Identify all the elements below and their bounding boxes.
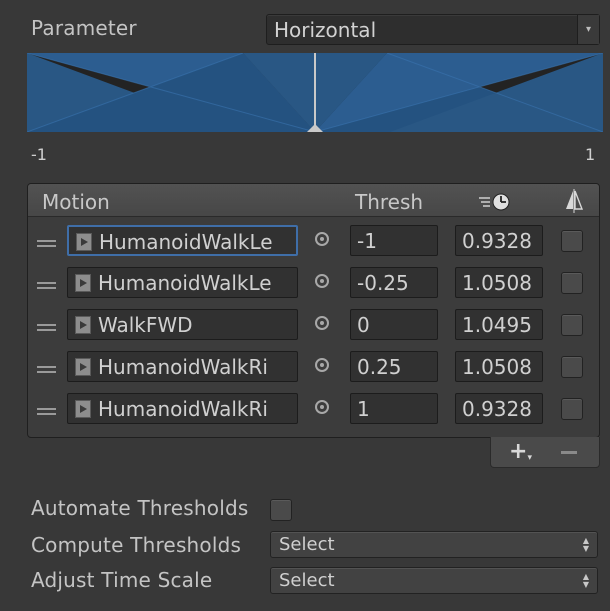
automate-threshold-label: Automate Thresholds [31, 496, 249, 520]
time-scale-field[interactable]: 1.0495 [455, 309, 543, 340]
motion-clip-field[interactable]: HumanoidWalkLe [67, 225, 298, 256]
time-scale-icon [478, 192, 516, 217]
object-picker-icon[interactable] [315, 274, 329, 288]
motion-row: HumanoidWalkLe -0.25 1.0508 [28, 267, 599, 309]
add-dropdown-arrow: ▾ [527, 453, 532, 463]
adjust-time-scale-value: Select [279, 570, 335, 591]
time-scale-field[interactable]: 1.0508 [455, 267, 543, 298]
animation-clip-icon [75, 400, 91, 418]
parameter-dropdown[interactable]: Horizontal ▾ [266, 14, 600, 45]
motion-row: HumanoidWalkLe -1 0.9328 [28, 225, 599, 267]
motion-clip-field[interactable]: WalkFWD [67, 309, 298, 340]
animation-clip-icon [75, 316, 91, 334]
mirror-checkbox[interactable] [561, 314, 583, 336]
motion-row: HumanoidWalkRi 0.25 1.0508 [28, 351, 599, 393]
parameter-label: Parameter [31, 16, 137, 40]
animation-clip-icon [76, 233, 92, 251]
threshold-field[interactable]: -1 [350, 225, 438, 256]
blend-graph[interactable] [27, 53, 603, 132]
mirror-checkbox[interactable] [561, 398, 583, 420]
drag-handle-icon[interactable] [37, 406, 56, 415]
motion-clip-name: HumanoidWalkLe [98, 271, 272, 295]
threshold-field[interactable]: -0.25 [350, 267, 438, 298]
compute-thresholds-value: Select [279, 534, 335, 555]
motion-clip-field[interactable]: HumanoidWalkLe [67, 267, 298, 298]
remove-motion-button[interactable] [561, 451, 577, 454]
motion-clip-field[interactable]: HumanoidWalkRi [67, 393, 298, 424]
time-scale-field[interactable]: 1.0508 [455, 351, 543, 382]
motion-clip-name: HumanoidWalkRi [98, 355, 268, 379]
time-scale-field[interactable]: 0.9328 [455, 225, 543, 256]
drag-handle-icon[interactable] [37, 322, 56, 331]
automate-threshold-checkbox[interactable] [270, 499, 292, 521]
threshold-field[interactable]: 0.25 [350, 351, 438, 382]
time-scale-field[interactable]: 0.9328 [455, 393, 543, 424]
motion-row: WalkFWD 0 1.0495 [28, 309, 599, 351]
add-motion-button[interactable]: +▾ [509, 439, 532, 464]
blend-graph-svg [27, 53, 603, 132]
animation-clip-icon [75, 274, 91, 292]
threshold-field[interactable]: 0 [350, 309, 438, 340]
motion-row: HumanoidWalkRi 1 0.9328 [28, 393, 599, 435]
chevron-down-icon: ▾ [577, 15, 599, 44]
motion-list: Motion Thresh HumanoidWalkLe -1 0.9328 H… [27, 183, 600, 438]
updown-arrows-icon: ▲ ▼ [582, 572, 589, 589]
mirror-checkbox[interactable] [561, 230, 583, 252]
compute-thresholds-dropdown[interactable]: Select ▲ ▼ [270, 531, 598, 558]
object-picker-icon[interactable] [315, 232, 329, 246]
threshold-field[interactable]: 1 [350, 393, 438, 424]
motion-clip-name: HumanoidWalkRi [98, 397, 268, 421]
motion-clip-name: HumanoidWalkLe [99, 230, 273, 254]
graph-max-label: 1 [585, 145, 596, 164]
object-picker-icon[interactable] [315, 400, 329, 414]
adjust-time-scale-dropdown[interactable]: Select ▲ ▼ [270, 567, 598, 594]
list-footer: +▾ [490, 437, 600, 468]
mirror-checkbox[interactable] [561, 272, 583, 294]
object-picker-icon[interactable] [315, 358, 329, 372]
object-picker-icon[interactable] [315, 316, 329, 330]
drag-handle-icon[interactable] [37, 364, 56, 373]
motion-clip-name: WalkFWD [98, 313, 193, 337]
add-motion-label: + [509, 439, 528, 464]
updown-arrows-icon: ▲ ▼ [582, 536, 589, 553]
drag-handle-icon[interactable] [37, 280, 56, 289]
graph-min-label: -1 [31, 145, 47, 164]
adjust-time-scale-label: Adjust Time Scale [31, 568, 213, 592]
parameter-value: Horizontal [274, 18, 377, 42]
mirror-icon [563, 189, 585, 218]
compute-thresholds-label: Compute Thresholds [31, 533, 242, 557]
motion-list-header: Motion Thresh [28, 184, 599, 217]
animation-clip-icon [75, 358, 91, 376]
thresh-column-header: Thresh [355, 190, 424, 214]
motion-clip-field[interactable]: HumanoidWalkRi [67, 351, 298, 382]
mirror-checkbox[interactable] [561, 356, 583, 378]
motion-column-header: Motion [42, 190, 110, 214]
drag-handle-icon[interactable] [37, 238, 56, 247]
